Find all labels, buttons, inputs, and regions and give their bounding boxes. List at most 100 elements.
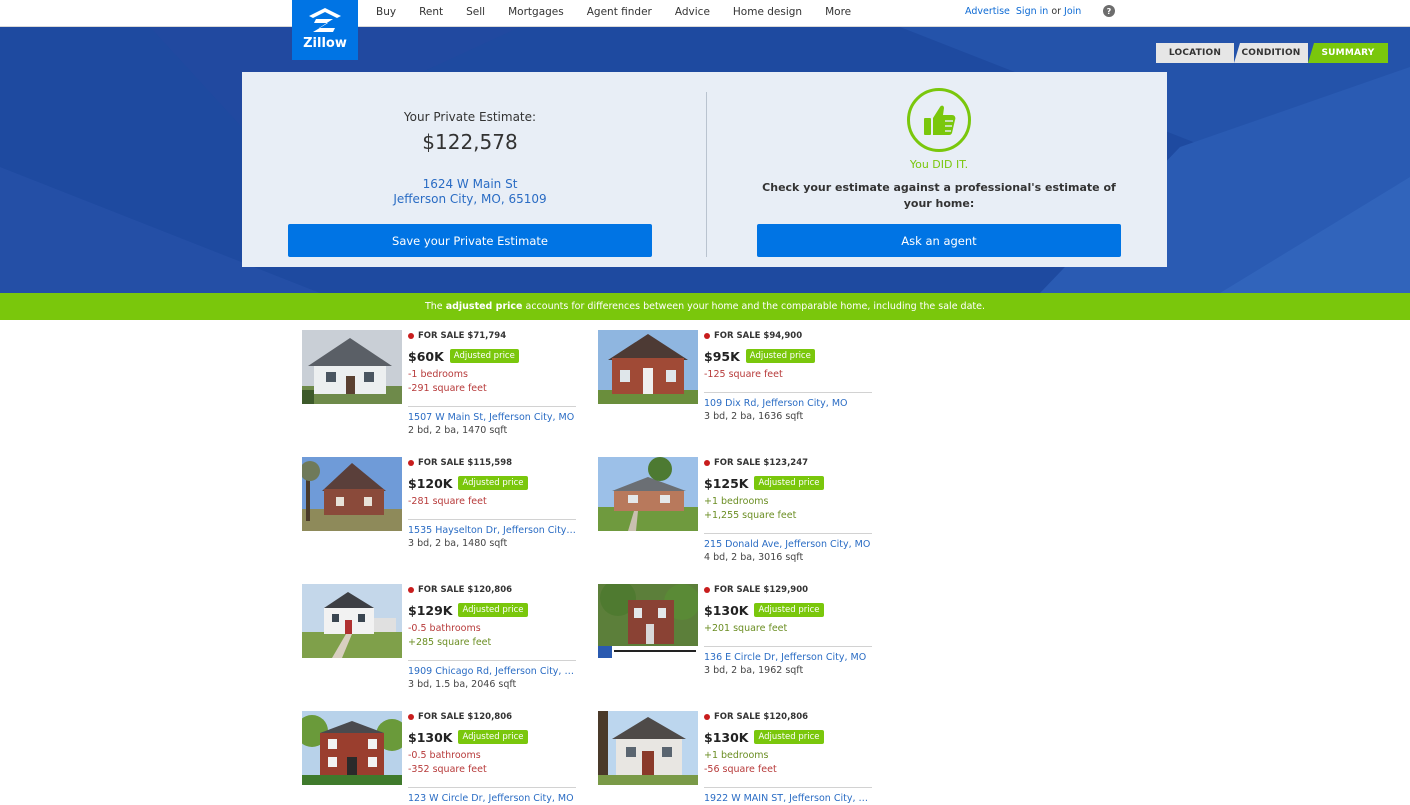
for-sale-status: FOR SALE $71,794 <box>408 330 576 342</box>
sale-dot-icon <box>408 714 414 720</box>
adjusted-price-badge[interactable]: Adjusted price <box>458 603 528 617</box>
account-links: Advertise Sign in or Join <box>965 0 1081 22</box>
sale-dot-icon <box>408 587 414 593</box>
nav-mortgages[interactable]: Mortgages <box>508 6 564 18</box>
banner-prefix: The <box>424 301 443 312</box>
advertise-link[interactable]: Advertise <box>965 6 1010 17</box>
adjusted-price-badge[interactable]: Adjusted price <box>745 349 815 363</box>
listing-card[interactable]: FOR SALE $115,598 $120K Adjusted price -2… <box>302 457 577 567</box>
house-photo[interactable] <box>598 711 698 785</box>
listing-card[interactable]: FOR SALE $123,247 $125K Adjusted price +1… <box>598 457 873 567</box>
card-divider <box>408 406 576 407</box>
listing-card[interactable]: FOR SALE $71,794 $60K Adjusted price -1 b… <box>302 330 577 440</box>
listing-info: FOR SALE $120,806 $129K Adjusted price -0… <box>408 584 576 650</box>
house-photo[interactable] <box>598 457 698 531</box>
listing-address[interactable]: 1909 Chicago Rd, Jefferson City, MO <box>408 666 576 677</box>
adjusted-price-value: $120K <box>408 475 453 491</box>
agent-prompt: Check your estimate against a profession… <box>762 181 1116 210</box>
adjusted-price-badge[interactable]: Adjusted price <box>458 476 528 490</box>
card-divider <box>408 519 576 520</box>
nav-sell[interactable]: Sell <box>466 6 485 18</box>
house-photo[interactable] <box>302 584 402 658</box>
nav-agent-finder[interactable]: Agent finder <box>587 6 652 18</box>
listing-address[interactable]: 1507 W Main St, Jefferson City, MO <box>408 412 576 423</box>
listing-address[interactable]: 1535 Hayselton Dr, Jefferson City, ... <box>408 525 576 536</box>
difference-item: -281 square feet <box>408 496 487 507</box>
listing-card[interactable]: FOR SALE $120,806 $130K Adjusted price +1… <box>598 711 873 805</box>
difference-item: -56 square feet <box>704 764 777 775</box>
listing-specs: 4 bd, 2 ba, 3016 sqft <box>704 552 804 563</box>
or-text: or <box>1051 5 1062 17</box>
zillow-z-icon <box>309 8 341 32</box>
card-divider <box>408 787 576 788</box>
listing-card[interactable]: FOR SALE $94,900 $95K Adjusted price -125… <box>598 330 873 440</box>
nav-advice[interactable]: Advice <box>675 6 710 18</box>
panel-divider <box>706 92 707 257</box>
join-link[interactable]: Join <box>1064 6 1081 17</box>
help-icon[interactable]: ? <box>1103 5 1115 17</box>
card-divider <box>704 646 872 647</box>
logo-text: Zillow <box>303 36 347 51</box>
difference-item: +1 bedrooms <box>704 750 769 761</box>
adjusted-price-badge[interactable]: Adjusted price <box>754 730 824 744</box>
listing-address[interactable]: 109 Dix Rd, Jefferson City, MO <box>704 398 872 409</box>
listing-specs: 2 bd, 2 ba, 1470 sqft <box>408 425 508 436</box>
listing-info: FOR SALE $120,806 $130K Adjusted price +1… <box>704 711 872 777</box>
adjusted-price-value: $60K <box>408 348 444 364</box>
zillow-logo[interactable]: Zillow <box>292 0 358 60</box>
for-sale-status: FOR SALE $120,806 <box>408 711 576 723</box>
nav-more[interactable]: More <box>825 6 851 18</box>
card-divider <box>408 660 576 661</box>
for-sale-status: FOR SALE $120,806 <box>408 584 576 596</box>
listing-info: FOR SALE $115,598 $120K Adjusted price -2… <box>408 457 576 509</box>
adjusted-price-badge[interactable]: Adjusted price <box>458 730 528 744</box>
house-photo[interactable] <box>302 711 402 785</box>
listing-info: FOR SALE $94,900 $95K Adjusted price -125… <box>704 330 872 382</box>
difference-item: -125 square feet <box>704 369 783 380</box>
listing-specs: 3 bd, 1.5 ba, 2046 sqft <box>408 679 517 690</box>
for-sale-status: FOR SALE $123,247 <box>704 457 872 469</box>
listing-specs: 3 bd, 2 ba, 1636 sqft <box>704 411 804 422</box>
estimate-address-line1[interactable]: 1624 W Main St <box>288 177 652 191</box>
main-nav: Buy Rent Sell Mortgages Agent finder Adv… <box>376 0 874 24</box>
sale-price: FOR SALE $71,794 <box>418 331 507 341</box>
listing-info: FOR SALE $123,247 $125K Adjusted price +1… <box>704 457 872 523</box>
listing-specs: 3 bd, 2 ba, 1962 sqft <box>704 665 804 676</box>
listing-address[interactable]: 1922 W MAIN ST, Jefferson City, MO <box>704 793 872 804</box>
sale-dot-icon <box>704 714 710 720</box>
nav-rent[interactable]: Rent <box>419 6 443 18</box>
estimate-panel: Your Private Estimate: $122,578 1624 W M… <box>242 72 1167 267</box>
card-divider <box>704 533 872 534</box>
listing-address[interactable]: 215 Donald Ave, Jefferson City, MO <box>704 539 872 550</box>
house-photo[interactable] <box>302 330 402 404</box>
nav-buy[interactable]: Buy <box>376 6 396 18</box>
card-divider <box>704 392 872 393</box>
nav-home-design[interactable]: Home design <box>733 6 802 18</box>
difference-item: +1,255 square feet <box>704 510 797 521</box>
step-location[interactable]: LOCATION <box>1156 43 1234 63</box>
sale-price: FOR SALE $123,247 <box>714 458 809 468</box>
adjusted-price-badge[interactable]: Adjusted price <box>449 349 519 363</box>
step-condition[interactable]: CONDITION <box>1234 43 1308 63</box>
thumbs-up-icon <box>907 88 971 152</box>
step-summary[interactable]: SUMMARY <box>1308 43 1388 63</box>
house-photo[interactable] <box>598 584 698 658</box>
adjusted-price-banner: The adjusted price accounts for differen… <box>0 293 1410 320</box>
adjusted-price-badge[interactable]: Adjusted price <box>754 603 824 617</box>
sign-in-link[interactable]: Sign in <box>1016 6 1048 17</box>
house-photo[interactable] <box>302 457 402 531</box>
listing-card[interactable]: FOR SALE $120,806 $130K Adjusted price -0… <box>302 711 577 805</box>
listing-address[interactable]: 136 E Circle Dr, Jefferson City, MO <box>704 652 872 663</box>
house-photo[interactable] <box>598 330 698 404</box>
sale-price: FOR SALE $120,806 <box>418 585 513 595</box>
sale-price: FOR SALE $120,806 <box>714 712 809 722</box>
listing-address[interactable]: 123 W Circle Dr, Jefferson City, MO <box>408 793 576 804</box>
adjusted-price-value: $129K <box>408 602 453 618</box>
listing-card[interactable]: FOR SALE $120,806 $129K Adjusted price -0… <box>302 584 577 694</box>
adjusted-price-badge[interactable]: Adjusted price <box>754 476 824 490</box>
estimate-address-line2[interactable]: Jefferson City, MO, 65109 <box>288 192 652 206</box>
listing-card[interactable]: FOR SALE $129,900 $130K Adjusted price +2… <box>598 584 873 694</box>
difference-item: -352 square feet <box>408 764 487 775</box>
save-estimate-button[interactable]: Save your Private Estimate <box>288 224 652 257</box>
ask-agent-button[interactable]: Ask an agent <box>757 224 1121 257</box>
